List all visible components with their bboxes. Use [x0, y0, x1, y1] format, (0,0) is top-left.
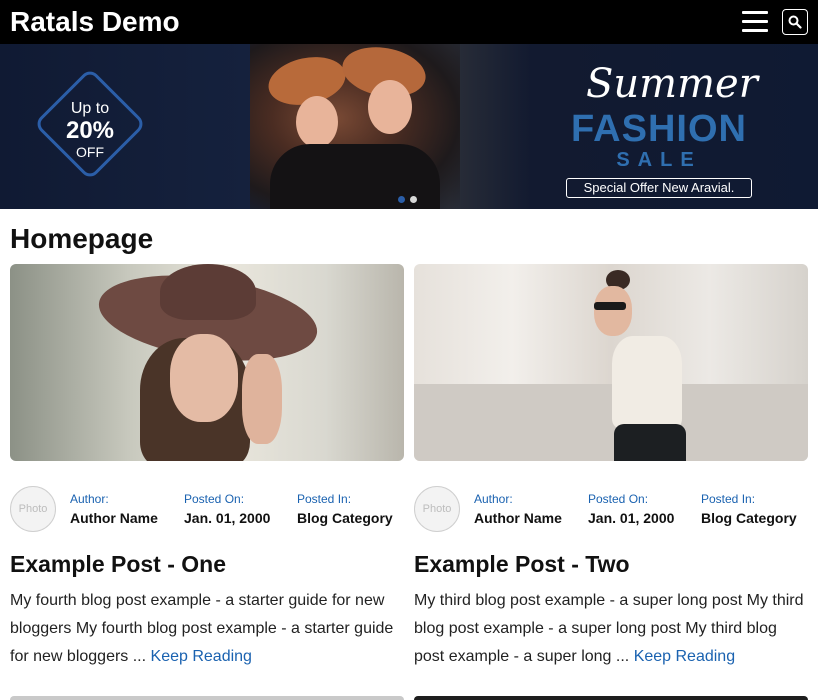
- badge-up-text: Up to: [70, 100, 110, 117]
- keep-reading-link[interactable]: Keep Reading: [151, 648, 252, 665]
- menu-icon[interactable]: [742, 11, 768, 33]
- slider-dot-2[interactable]: [410, 196, 417, 203]
- post-excerpt-text: My third blog post example - a super lon…: [414, 592, 804, 665]
- author-name[interactable]: Author Name: [70, 509, 158, 527]
- post-image[interactable]: [414, 264, 808, 461]
- hero-script-title: Summer: [586, 61, 758, 107]
- author-avatar: Photo: [10, 486, 56, 532]
- author-avatar: Photo: [414, 486, 460, 532]
- author-label: Author:: [70, 492, 109, 506]
- posted-in-label: Posted In:: [297, 492, 352, 506]
- post-date: Jan. 01, 2000: [588, 510, 675, 526]
- post-card: Photo Author: Author Name Posted On: Jan…: [414, 264, 808, 665]
- post-category[interactable]: Blog Category: [297, 509, 393, 527]
- hero-title: FASHION: [571, 108, 747, 150]
- posted-in-info: Posted In: Blog Category: [701, 492, 797, 527]
- hero-subtitle: SALE: [616, 149, 702, 171]
- slider-dots: [398, 190, 422, 208]
- badge-off-text: OFF: [76, 144, 104, 160]
- hero-offer: Special Offer New Aravial.: [566, 178, 752, 198]
- post-excerpt: My third blog post example - a super lon…: [414, 587, 808, 671]
- author-info: Author: Author Name: [474, 492, 562, 527]
- hero-photo: [250, 44, 460, 209]
- posted-in-info: Posted In: Blog Category: [297, 492, 393, 527]
- search-icon: [788, 15, 802, 29]
- keep-reading-link[interactable]: Keep Reading: [634, 648, 735, 665]
- post-title[interactable]: Example Post - One: [10, 549, 226, 579]
- page-title: Homepage: [10, 223, 154, 254]
- discount-badge: Up to 20% OFF: [44, 100, 136, 160]
- post-category[interactable]: Blog Category: [701, 509, 797, 527]
- author-info: Author: Author Name: [70, 492, 158, 527]
- slider-dot-1[interactable]: [398, 196, 405, 203]
- posted-on-info: Posted On: Jan. 01, 2000: [184, 492, 270, 527]
- author-label: Author:: [474, 492, 513, 506]
- site-brand[interactable]: Ratals Demo: [10, 4, 180, 40]
- badge-percent: 20%: [65, 117, 115, 144]
- posted-in-label: Posted In:: [701, 492, 756, 506]
- top-bar: Ratals Demo: [0, 0, 818, 44]
- post-excerpt: My fourth blog post example - a starter …: [10, 587, 404, 671]
- hero-banner[interactable]: Up to 20% OFF Summer FASHION SALE Specia…: [0, 44, 818, 209]
- next-post-image[interactable]: [10, 696, 404, 700]
- post-card: Photo Author: Author Name Posted On: Jan…: [10, 264, 404, 665]
- search-button[interactable]: [782, 9, 808, 35]
- post-image[interactable]: [10, 264, 404, 461]
- post-title[interactable]: Example Post - Two: [414, 549, 630, 579]
- next-post-image[interactable]: [414, 696, 808, 700]
- posted-on-label: Posted On:: [184, 492, 245, 506]
- posted-on-label: Posted On:: [588, 492, 649, 506]
- posted-on-info: Posted On: Jan. 01, 2000: [588, 492, 674, 527]
- post-date: Jan. 01, 2000: [184, 510, 271, 526]
- author-name[interactable]: Author Name: [474, 509, 562, 527]
